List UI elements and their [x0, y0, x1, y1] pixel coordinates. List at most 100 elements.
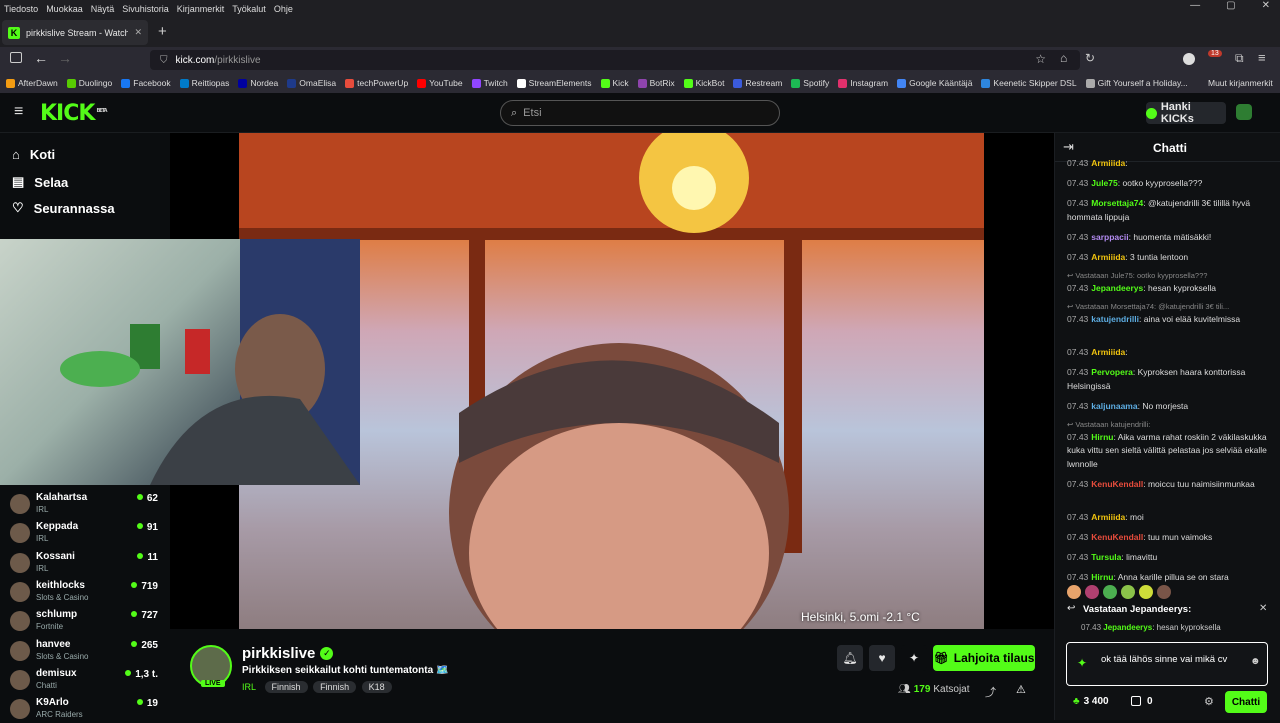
nav-browse[interactable]: ▤ Selaa — [12, 174, 68, 190]
hamburger-menu-icon[interactable]: ≡ — [14, 103, 23, 121]
bookmark-item[interactable]: Restream — [733, 78, 782, 88]
bookmark-star-icon[interactable]: ☆ — [1035, 52, 1046, 66]
bookmark-item[interactable]: Duolingo — [66, 78, 112, 88]
chat-message[interactable]: 07.43 Armiiida: 3 tuntia lentoon — [1067, 251, 1267, 265]
message-user[interactable]: kaljunaama — [1091, 401, 1137, 411]
send-chat-button[interactable]: Chatti — [1225, 691, 1267, 713]
tag-finnish[interactable]: Finnish — [264, 681, 308, 693]
emoji-icon[interactable]: ☻ — [1250, 656, 1261, 667]
bookmark-item[interactable]: Kick — [600, 78, 629, 88]
message-user[interactable]: katujendrilli — [1091, 314, 1139, 324]
sidebar-channel-item[interactable]: K9Arlo ARC Raiders 19 — [10, 695, 160, 723]
chat-message[interactable]: 07.43 KenuKendall: moiccu tuu naimisiinmu… — [1067, 478, 1267, 492]
extensions-icon[interactable]: ⧉ — [1235, 51, 1244, 66]
message-user[interactable]: Jule75 — [1091, 178, 1117, 188]
maximize-button[interactable]: ▢ — [1226, 0, 1235, 11]
app-menu-icon[interactable]: ≡ — [1258, 50, 1266, 65]
bookmark-item[interactable]: StreamElements — [516, 78, 592, 88]
message-user[interactable]: KenuKendall — [1091, 479, 1143, 489]
bookmark-item[interactable]: Nordea — [238, 78, 278, 88]
nav-home[interactable]: ⌂ Koti — [12, 147, 55, 162]
chat-message[interactable]: 07.43 Morsettaja74: @katujendrilli 3€ til… — [1067, 197, 1267, 224]
user-avatar[interactable] — [1236, 104, 1252, 120]
sidebar-channel-item[interactable]: Kalahartsa IRL 62 — [10, 490, 160, 518]
channel-points[interactable]: ♣ 3 400 — [1073, 696, 1109, 707]
menu-history[interactable]: Sivuhistoria — [118, 4, 173, 14]
message-user[interactable]: Armiiida — [1091, 347, 1125, 357]
chat-message[interactable]: 07.43 kaljunaama: No morjesta — [1067, 400, 1267, 414]
back-icon[interactable]: ← — [34, 50, 48, 66]
message-user[interactable]: Tursula — [1091, 552, 1121, 562]
chat-message[interactable]: 07.43 Armiiida: moi — [1067, 511, 1267, 525]
other-bookmarks[interactable]: Muut kirjanmerkit — [1208, 78, 1273, 88]
menu-edit[interactable]: Muokkaa — [42, 4, 87, 14]
message-user[interactable]: Armiiida — [1091, 158, 1125, 168]
chat-message[interactable]: 07.43 Hirnu: Aika varma rahat roskiin 2 v… — [1067, 431, 1267, 472]
share-icon[interactable]: ⤴ — [985, 684, 996, 700]
new-tab-button[interactable]: + — [158, 23, 167, 40]
bookmark-item[interactable]: KickBot — [683, 78, 724, 88]
account-icon[interactable] — [1183, 53, 1195, 65]
kick-logo[interactable]: KICK BETA — [40, 101, 108, 126]
message-user[interactable]: Hirnu — [1091, 572, 1113, 582]
message-user[interactable]: Armiiida — [1091, 252, 1125, 262]
notification-button[interactable]: 🔔︎ — [837, 645, 863, 671]
chat-message[interactable]: 07.43 Tursula: limavittu — [1067, 551, 1267, 565]
chat-message[interactable]: 07.43 KenuKendall: tuu mun vaimoks — [1067, 531, 1267, 545]
collapse-chat-icon[interactable]: ⇥ — [1063, 139, 1074, 155]
menu-tools[interactable]: Työkalut — [228, 4, 270, 14]
chat-message[interactable]: 07.43 Hirnu: Anna karille pillua se on st… — [1067, 571, 1267, 585]
message-user[interactable]: KenuKendall — [1091, 532, 1143, 542]
report-icon[interactable]: ⚠ — [1016, 683, 1026, 696]
bookmark-item[interactable]: BotRix — [637, 78, 675, 88]
reload-icon[interactable]: ↻ — [1085, 51, 1095, 65]
message-user[interactable]: sarppacii — [1091, 232, 1128, 242]
category-link[interactable]: IRL — [242, 682, 256, 692]
bookmark-item[interactable]: Twitch — [471, 78, 508, 88]
tab-close-icon[interactable]: ✕ — [134, 27, 142, 38]
chat-input[interactable]: ✦ ok tää lähös sinne vai mikä cv ☻ — [1066, 642, 1268, 686]
bookmark-item[interactable]: YouTube — [417, 78, 463, 88]
kicks-balance[interactable]: 0 — [1131, 696, 1153, 707]
message-user[interactable]: Jepandeerys — [1091, 283, 1143, 293]
bookmark-item[interactable]: OmaElisa — [287, 78, 336, 88]
bookmark-item[interactable]: Keenetic Skipper DSL — [981, 78, 1077, 88]
get-kicks-button[interactable]: Hanki KICKs — [1146, 101, 1226, 125]
extension-badge[interactable]: 13 — [1208, 50, 1222, 57]
bookmark-item[interactable]: techPowerUp — [345, 78, 408, 88]
forward-icon[interactable]: → — [58, 50, 72, 66]
bookmark-item[interactable]: AfterDawn — [6, 78, 58, 88]
sidebar-channel-item[interactable]: Keppada IRL 91 — [10, 519, 160, 547]
chat-message[interactable]: 07.43 Armiiida: — [1067, 157, 1267, 171]
browser-tab[interactable]: K pirkkislive Stream - Watch L ✕ — [2, 20, 148, 45]
boost-button[interactable]: ✦ — [901, 645, 927, 671]
chat-message[interactable]: 07.43 Jepandeerys: hesan kyproksella — [1067, 282, 1267, 296]
channel-name[interactable]: pirkkislive — [242, 645, 315, 662]
chat-settings-icon[interactable]: ⚙ — [1204, 695, 1214, 708]
bookmark-item[interactable]: Facebook — [121, 78, 171, 88]
sidebar-channel-item[interactable]: keithlocks Slots & Casino 719 — [10, 578, 160, 606]
sidebar-channel-item[interactable]: hanvee Slots & Casino 265 — [10, 637, 160, 665]
sidebar-toggle-icon[interactable] — [10, 52, 22, 63]
close-window-button[interactable]: ✕ — [1262, 0, 1270, 11]
nav-following[interactable]: ♡ Seurannassa — [12, 200, 115, 216]
message-user[interactable]: Pervopera — [1091, 367, 1133, 377]
message-user[interactable]: Armiiida — [1091, 512, 1125, 522]
chat-message[interactable]: 07.43 Pervopera: Kyproksen haara konttori… — [1067, 366, 1267, 393]
bookmark-item[interactable]: Gift Yourself a Holiday... — [1085, 78, 1188, 88]
bookmark-item[interactable]: Spotify — [791, 78, 829, 88]
chat-message[interactable]: 07.43 katujendrilli: aina voi elää kuvite… — [1067, 313, 1267, 327]
tag-k18[interactable]: K18 — [361, 681, 392, 693]
address-bar[interactable]: ⛉ kick.com/pirkkislive ☆ — [150, 50, 1080, 70]
sidebar-channel-item[interactable]: demisux Chatti 1,3 t. — [10, 666, 160, 694]
bookmark-item[interactable]: Instagram — [838, 78, 888, 88]
gift-sub-button[interactable]: 🎁︎ Lahjoita tilaus — [933, 645, 1035, 671]
message-user[interactable]: Hirnu — [1091, 432, 1113, 442]
minimize-button[interactable]: — — [1190, 0, 1200, 11]
cancel-reply-icon[interactable]: ✕ — [1259, 603, 1267, 614]
bookmark-item[interactable]: Google Kääntäjä — [897, 78, 972, 88]
sidebar-channel-item[interactable]: Kossani IRL 11 — [10, 549, 160, 577]
tag-finnish[interactable]: Finnish — [313, 681, 357, 693]
sidebar-channel-item[interactable]: schlump Fortnite 727 — [10, 607, 160, 635]
message-user[interactable]: Morsettaja74 — [1091, 198, 1143, 208]
